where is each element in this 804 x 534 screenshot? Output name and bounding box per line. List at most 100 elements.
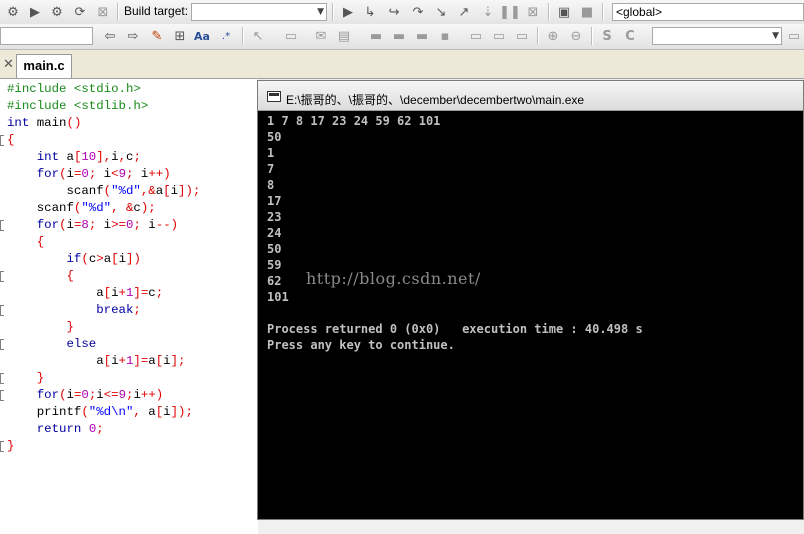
fold-marker[interactable] [0,271,4,282]
toolbar-separator [117,3,119,21]
frame-icon[interactable]: ▭ [514,28,530,44]
fold-marker[interactable] [0,220,4,231]
toolbar-separator [242,27,244,45]
step-into-icon[interactable]: ↘ [433,4,449,20]
frame-icon[interactable]: ▭ [468,28,484,44]
match-case-icon[interactable]: Aa [194,28,210,44]
console-output-line: 17 [267,194,282,208]
code-line[interactable]: return 0; [7,421,265,438]
code-line[interactable]: { [7,268,265,285]
code-line[interactable]: } [7,370,265,387]
pointer-icon[interactable]: ↖ [250,28,266,44]
fold-marker[interactable] [0,441,4,452]
block-icon[interactable]: ▬ [368,28,384,44]
console-output-line: 24 [267,226,282,240]
jump-back-icon[interactable]: ⇦ [102,28,118,44]
edit-toolbar: ⇦ ⇨ ✎ ⊞ Aa .* ↖ ▭ ✉ ▤ ▬ ▬ ▬ ▪ ▭ ▭ ▭ ⊕ ⊖ … [0,24,804,50]
code-line[interactable]: for(i=0;i<=9;i++) [7,387,265,404]
code-editor[interactable]: #include <stdio.h> #include <stdlib.h> int… [0,79,258,534]
pause-icon[interactable]: ❚❚ [499,4,521,20]
fold-marker[interactable] [0,390,4,401]
code-line[interactable]: if(c>a[i]) [7,251,265,268]
watermark: http://blog.csdn.net/ [306,269,481,288]
console-title-bar[interactable]: E:\振哥的、\振哥的、\december\decembertwo\main.e… [258,81,803,111]
jump-forward-icon[interactable]: ⇨ [125,28,141,44]
console-window-icon [267,91,281,102]
info-icon[interactable]: ■ [579,4,595,20]
code-line[interactable]: int a[10],i,c; [7,149,265,166]
fold-marker[interactable] [0,135,4,146]
break-icon[interactable]: ⇣ [480,4,496,20]
debug-start-icon[interactable]: ▶ [340,4,356,20]
toolbar-separator [591,27,593,45]
selected-text-icon[interactable]: ⊞ [172,28,188,44]
stop-debug-icon[interactable]: ⊠ [525,4,541,20]
doc-icon[interactable]: ▤ [336,28,352,44]
rebuild-icon[interactable]: ⟳ [72,4,88,20]
console-output-line: Process returned 0 (0x0) execution time … [267,322,643,336]
toolbar-separator [548,3,550,21]
build-target-label: Build target: [124,4,189,18]
code-completion-input[interactable] [0,27,93,45]
code-line[interactable]: for(i=8; i>=0; i--) [7,217,265,234]
build-run-icon[interactable]: ⚙ [49,4,65,20]
code-line[interactable]: } [7,319,265,336]
code-line[interactable]: else [7,336,265,353]
step-out-icon[interactable]: ↗ [456,4,472,20]
debug-windows-icon[interactable]: ▣ [556,4,572,20]
code-line[interactable]: scanf("%d", &c); [7,200,265,217]
toolbar-separator [602,3,604,21]
build-toolbar: ⚙ ▶ ⚙ ⟳ ⊠ Build target: ▼ ▶ ↳ ↪ ↷ ↘ ↗ ⇣ … [0,0,804,25]
frame-icon[interactable]: ▭ [491,28,507,44]
regex-icon[interactable]: .* [218,28,234,44]
console-output-line: 101 [267,290,289,304]
console-output-line: 1 [267,146,275,160]
code-line[interactable]: for(i=0; i<9; i++) [7,166,265,183]
console-output-line: 50 [267,242,282,256]
code-line[interactable]: { [7,132,265,149]
build-target-select[interactable]: ▼ [191,3,327,21]
code-line[interactable]: } [7,438,265,455]
next-line-icon[interactable]: ↪ [386,4,402,20]
run-to-cursor-icon[interactable]: ↳ [362,4,378,20]
s-icon[interactable]: S [599,28,615,44]
block-icon[interactable]: ▪ [437,28,453,44]
toolbar-separator [537,27,539,45]
code-line[interactable]: break; [7,302,265,319]
close-icon[interactable]: ✕ [3,57,14,72]
console-output-line: 7 [267,162,275,176]
console-title: E:\振哥的、\振哥的、\december\decembertwo\main.e… [286,93,585,107]
code-line[interactable]: #include <stdlib.h> [7,98,265,115]
code-line[interactable]: scanf("%d",&a[i]); [7,183,265,200]
code-line[interactable]: printf("%d\n", a[i]); [7,404,265,421]
code-line[interactable]: int main() [7,115,265,132]
search-combo[interactable]: ▼ [652,27,782,45]
code-line[interactable]: #include <stdio.h> [7,81,265,98]
console-window[interactable]: E:\振哥的、\振哥的、\december\decembertwo\main.e… [257,80,804,520]
code-line[interactable]: a[i+1]=a[i]; [7,353,265,370]
rectangle-icon[interactable]: ▭ [283,28,299,44]
scope-select[interactable]: <global> [612,3,804,21]
console-output-line: 8 [267,178,275,192]
abort-icon[interactable]: ⊠ [95,4,111,20]
zoom-in-icon[interactable]: ⊕ [545,28,561,44]
console-output-line: 62 [267,274,282,288]
highlight-icon[interactable]: ✎ [149,28,165,44]
c-icon[interactable]: C [622,28,638,44]
code-line[interactable]: { [7,234,265,251]
run-icon[interactable]: ▶ [27,4,43,20]
tab-main-c[interactable]: main.c [16,54,72,78]
fold-marker[interactable] [0,305,4,316]
next-instruction-icon[interactable]: ↷ [410,4,426,20]
toolbar-separator [332,3,334,21]
comment-icon[interactable]: ✉ [313,28,329,44]
chevron-down-icon: ▼ [772,31,779,41]
more-icon[interactable]: ▭ [786,28,802,44]
code-line[interactable]: a[i+1]=c; [7,285,265,302]
fold-marker[interactable] [0,339,4,350]
fold-marker[interactable] [0,373,4,384]
block-icon[interactable]: ▬ [391,28,407,44]
block-icon[interactable]: ▬ [414,28,430,44]
settings-icon[interactable]: ⚙ [5,4,21,20]
zoom-out-icon[interactable]: ⊖ [568,28,584,44]
